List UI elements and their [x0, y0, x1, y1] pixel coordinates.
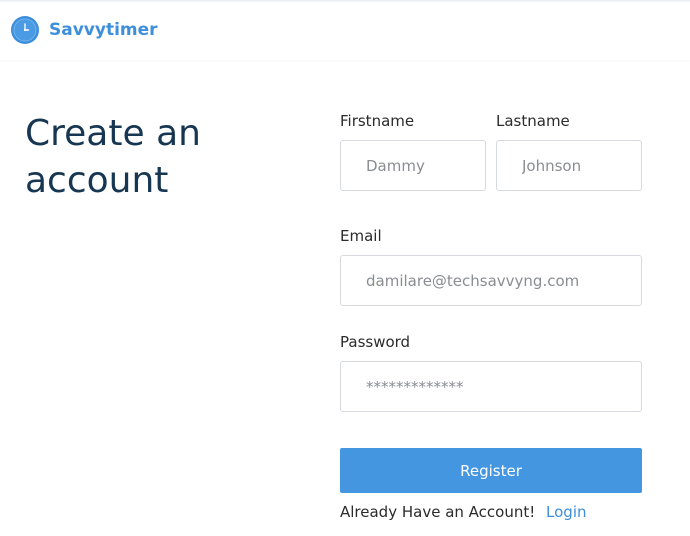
login-link[interactable]: Login [546, 503, 586, 521]
register-button[interactable]: Register [340, 448, 642, 493]
page-title: Create an account [25, 113, 201, 201]
password-input[interactable] [340, 361, 642, 412]
navbar-shadow [0, 0, 690, 3]
login-prompt: Already Have an Account! Login [340, 503, 587, 521]
top-navbar: Savvytimer [0, 0, 690, 60]
brand-name: Savvytimer [49, 20, 158, 40]
email-input[interactable] [340, 255, 642, 306]
login-prompt-text: Already Have an Account! [340, 503, 536, 521]
lastname-label: Lastname [496, 112, 570, 130]
firstname-input[interactable] [340, 140, 486, 191]
firstname-label: Firstname [340, 112, 415, 130]
brand-logo-link[interactable]: Savvytimer [10, 14, 158, 46]
lastname-input[interactable] [496, 140, 642, 191]
email-label: Email [340, 227, 382, 245]
password-label: Password [340, 333, 411, 351]
clock-icon [11, 16, 39, 44]
